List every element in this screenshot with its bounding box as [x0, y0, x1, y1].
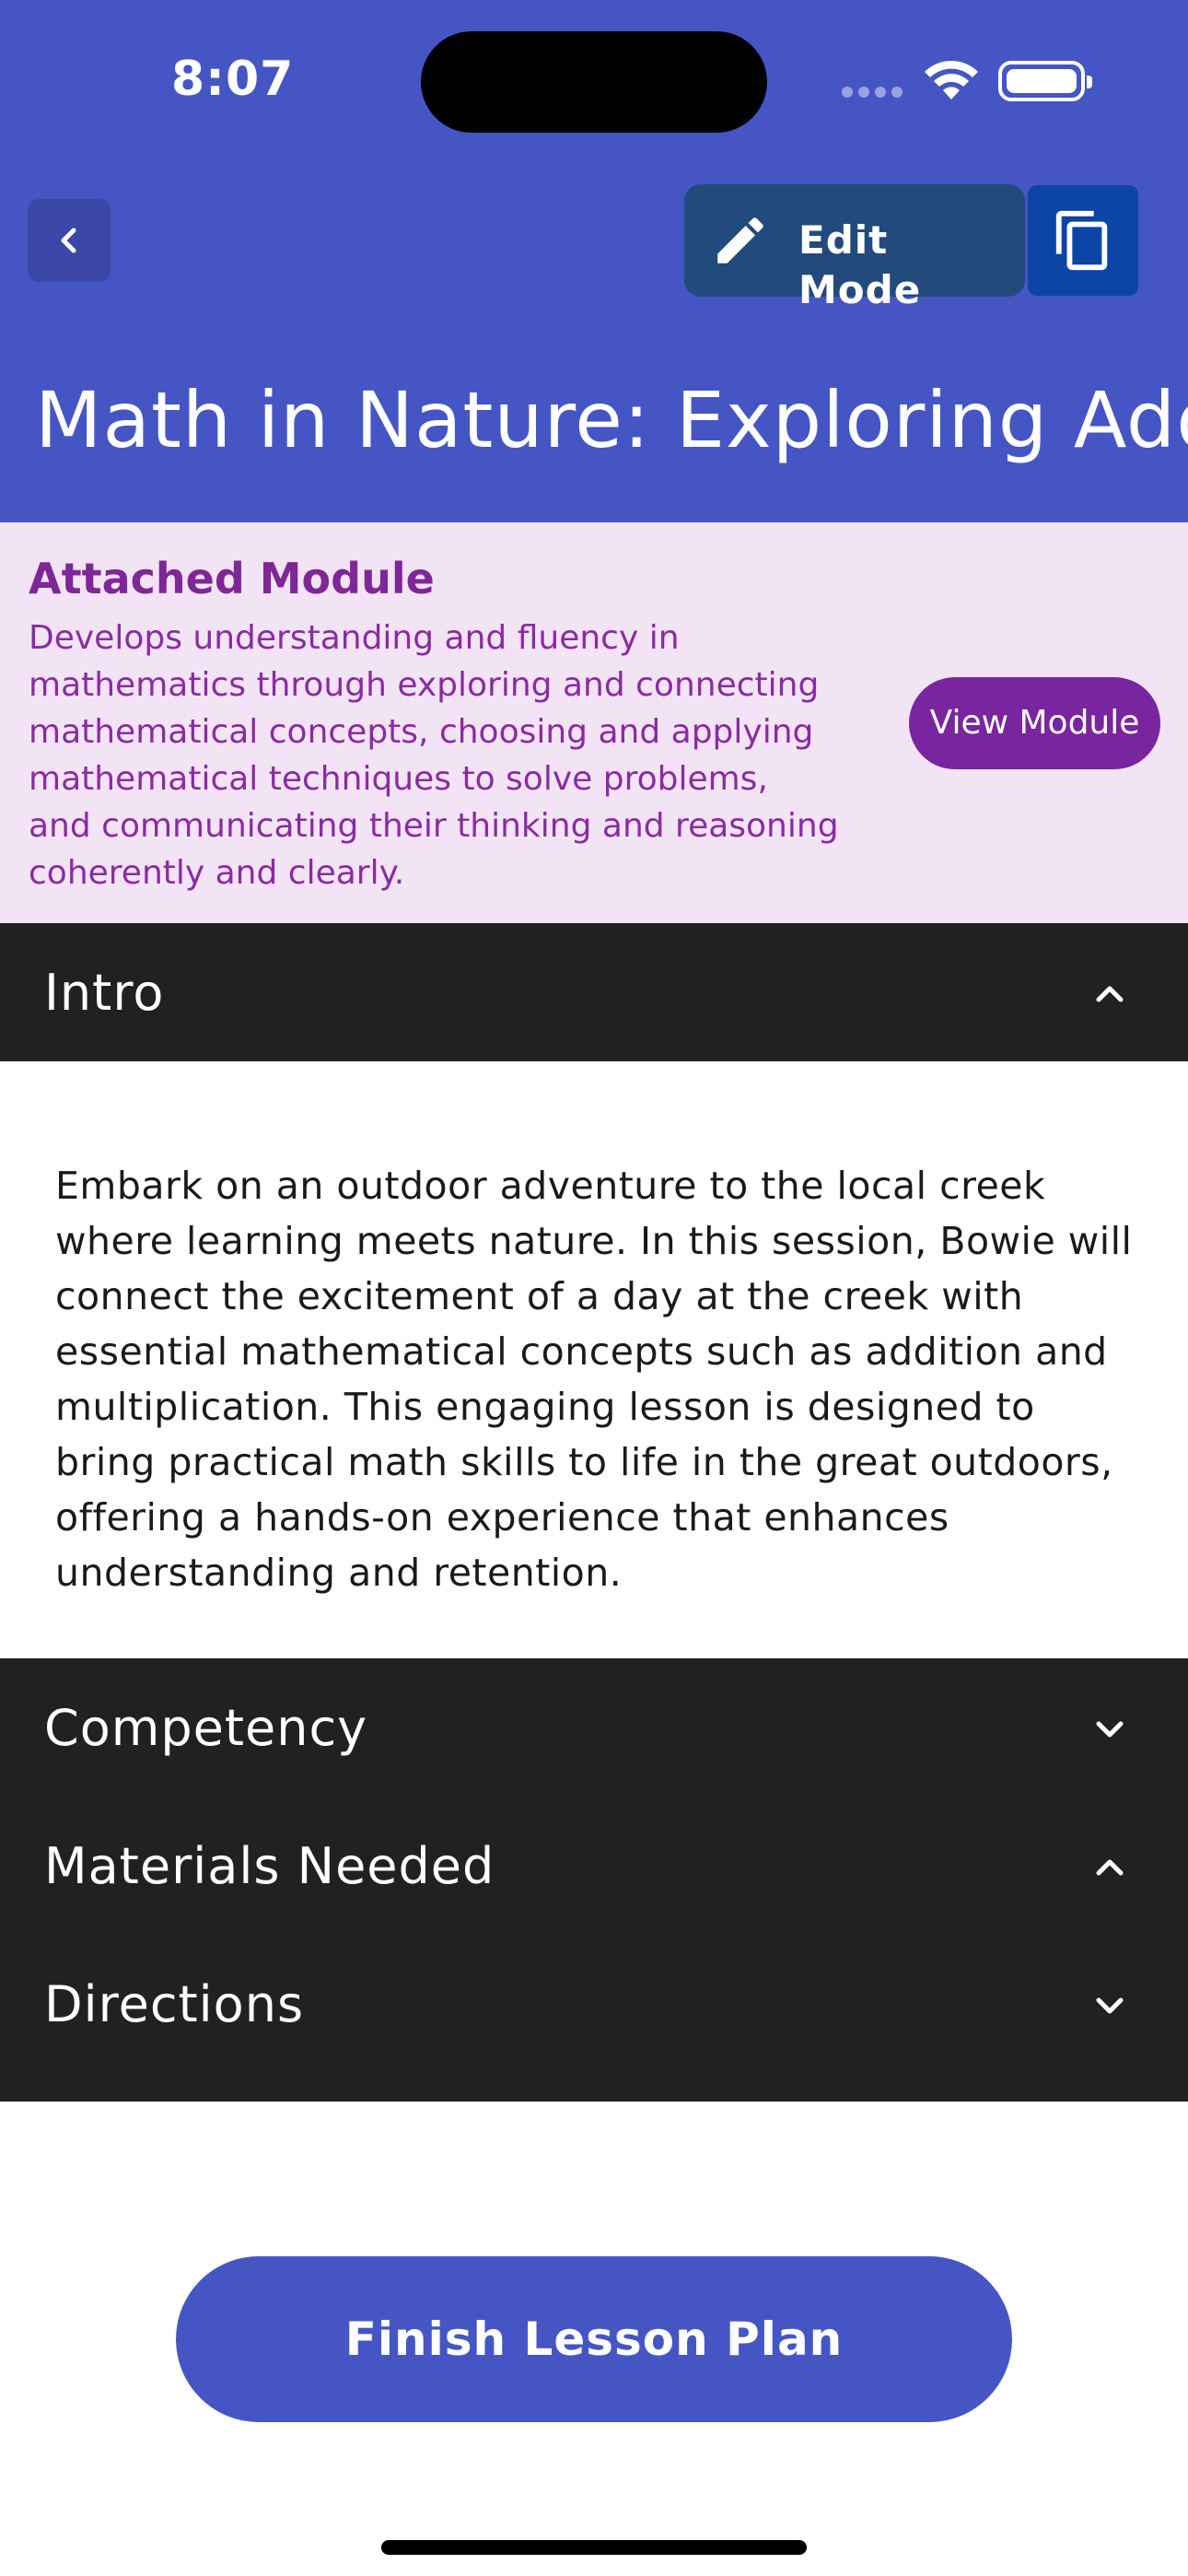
section-intro[interactable]: Intro — [0, 923, 1188, 1061]
section-label-competency: Competency — [44, 1699, 368, 1757]
home-indicator[interactable] — [381, 2540, 807, 2555]
chevron-down-icon — [1096, 1997, 1124, 2014]
copy-button[interactable] — [1028, 185, 1138, 296]
chevron-up-icon — [1096, 986, 1124, 1002]
intro-text: Embark on an outdoor adventure to the lo… — [55, 1164, 1133, 1595]
module-title: Attached Module — [29, 554, 435, 603]
wifi-icon — [925, 60, 978, 100]
battery-icon — [998, 61, 1092, 101]
finish-lesson-plan-button[interactable]: Finish Lesson Plan — [176, 2256, 1012, 2422]
back-button[interactable] — [28, 199, 111, 282]
section-directions[interactable]: Directions — [0, 1935, 1188, 2073]
edit-mode-button[interactable]: Edit Mode — [684, 184, 1025, 312]
section-label-directions: Directions — [44, 1975, 305, 2033]
edit-mode-label: Edit Mode — [798, 217, 922, 312]
dynamic-island — [421, 31, 767, 133]
section-competency[interactable]: Competency — [0, 1658, 1188, 1797]
chevron-down-icon — [1096, 1721, 1124, 1738]
page-title: Math in Nature: Exploring Addition and M… — [35, 375, 1188, 465]
module-description: Develops understanding and fluency in ma… — [29, 619, 839, 892]
app-header: 8:07 Edit Mode Math in Nature: Exploring… — [0, 0, 1188, 522]
section-label-intro: Intro — [44, 964, 165, 1022]
collapsed-sections: Competency Materials Needed Directions — [0, 1658, 1188, 2102]
copy-icon — [1055, 210, 1108, 271]
view-module-button[interactable]: View Module — [909, 677, 1160, 769]
section-label-materials: Materials Needed — [44, 1837, 495, 1895]
status-time: 8:07 — [171, 52, 295, 107]
section-materials[interactable]: Materials Needed — [0, 1797, 1188, 1935]
chevron-up-icon — [1096, 1859, 1124, 1876]
pencil-icon — [717, 217, 763, 263]
cellular-signal-icon — [842, 87, 904, 98]
attached-module-card: Attached Module Develops understanding a… — [0, 522, 1188, 923]
chevron-left-icon — [61, 228, 76, 253]
